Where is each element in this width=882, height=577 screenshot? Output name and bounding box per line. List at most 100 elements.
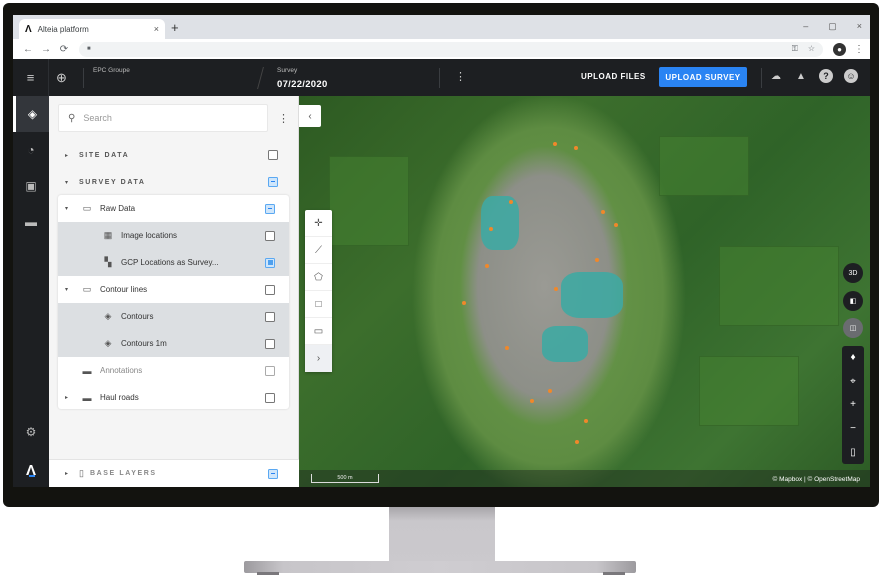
expand-toolbar-icon[interactable]: › bbox=[305, 345, 332, 372]
map-view[interactable]: ‹ ✛ ⟋ ⬠ □ ▭ › 3D ◧ ◫ ♦ ⌖ + − ▯ 500 m © M… bbox=[299, 96, 870, 487]
settings-icon[interactable]: ⚙ bbox=[13, 414, 49, 450]
folder-icon: ▬ bbox=[82, 392, 92, 403]
tree-row-contours-1m[interactable]: ◈ Contours 1m bbox=[58, 330, 289, 357]
rectangle-tool-icon[interactable]: □ bbox=[305, 291, 332, 318]
gcp-marker[interactable] bbox=[548, 389, 552, 393]
tree-row-contours[interactable]: ◈ Contours bbox=[58, 303, 289, 330]
back-button[interactable]: ← bbox=[19, 44, 37, 55]
layer-checkbox[interactable] bbox=[265, 392, 275, 403]
gcp-marker[interactable] bbox=[554, 287, 558, 291]
section-base-layers[interactable]: ▸ ▯ BASE LAYERS bbox=[49, 459, 299, 487]
layer-checkbox[interactable] bbox=[265, 338, 275, 349]
gcp-marker[interactable] bbox=[574, 146, 578, 150]
layer-checkbox[interactable] bbox=[265, 311, 275, 322]
rail-folder-icon[interactable]: ▬ bbox=[13, 204, 49, 240]
tree-row-contour-lines[interactable]: ▾ ▭ Contour lines bbox=[58, 276, 289, 303]
window-controls: – ▢ × bbox=[803, 21, 862, 32]
close-tab-icon[interactable]: × bbox=[154, 24, 159, 34]
reload-button[interactable]: ⟳ bbox=[55, 44, 73, 55]
gcp-marker[interactable] bbox=[485, 264, 489, 268]
close-window-button[interactable]: × bbox=[857, 21, 862, 32]
survey-options-icon[interactable]: ⋮ bbox=[455, 70, 466, 83]
layer-checkbox[interactable] bbox=[265, 203, 275, 214]
layer-compare-button[interactable]: ◧ bbox=[843, 291, 863, 311]
caret-right-icon[interactable]: ▸ bbox=[65, 152, 79, 159]
tree-row-raw-data[interactable]: ▾ ▭ Raw Data bbox=[58, 195, 289, 222]
map-attribution[interactable]: © Mapbox | © OpenStreetMap bbox=[772, 476, 860, 483]
zoom-in-button[interactable]: + bbox=[842, 393, 864, 417]
survey-date[interactable]: 07/22/2020 bbox=[277, 79, 328, 90]
browser-tab[interactable]: Λ Alteia platform × bbox=[19, 19, 165, 39]
caret-right-icon[interactable]: ▸ bbox=[65, 470, 79, 477]
layer-checkbox[interactable] bbox=[265, 365, 275, 376]
gcp-marker[interactable] bbox=[509, 200, 513, 204]
bell-icon[interactable]: ▲ bbox=[794, 69, 808, 83]
tree-row-image-locations[interactable]: ▦ Image locations bbox=[58, 222, 289, 249]
layer-checkbox[interactable] bbox=[265, 284, 275, 295]
image-stack-icon: ▦ bbox=[103, 230, 113, 240]
point-tool-icon[interactable]: ✛ bbox=[305, 210, 332, 237]
upload-survey-button[interactable]: UPLOAD SURVEY bbox=[659, 67, 747, 87]
collapse-panel-button[interactable]: ‹ bbox=[299, 105, 321, 127]
new-tab-button[interactable]: + bbox=[171, 20, 179, 35]
gcp-marker[interactable] bbox=[530, 399, 534, 403]
caret-down-icon[interactable]: ▾ bbox=[65, 179, 79, 186]
tree-row-annotations[interactable]: ▬ Annotations bbox=[58, 357, 289, 384]
gcp-marker[interactable] bbox=[462, 301, 466, 305]
layer-checkbox[interactable] bbox=[265, 230, 275, 241]
panel-options-icon[interactable]: ⋮ bbox=[278, 112, 289, 125]
zoom-out-button[interactable]: − bbox=[842, 417, 864, 441]
gcp-marker[interactable] bbox=[553, 142, 557, 146]
rail-images-icon[interactable]: ▣ bbox=[13, 168, 49, 204]
polygon-tool-icon[interactable]: ⬠ bbox=[305, 264, 332, 291]
minimize-button[interactable]: – bbox=[803, 21, 808, 32]
upload-files-button[interactable]: UPLOAD FILES bbox=[581, 72, 646, 81]
layer-checkbox[interactable] bbox=[265, 257, 275, 268]
gcp-marker[interactable] bbox=[489, 227, 493, 231]
zoom-to-extent-icon[interactable]: ⌖ bbox=[842, 370, 864, 394]
cloud-upload-icon[interactable]: ☁ bbox=[769, 69, 783, 83]
rail-layers-icon[interactable]: ◈ bbox=[13, 96, 49, 132]
tree-row-haul-roads[interactable]: ▸ ▬ Haul roads bbox=[58, 384, 289, 409]
help-icon[interactable]: ? bbox=[819, 69, 833, 83]
forward-button[interactable]: → bbox=[37, 44, 55, 55]
gcp-marker[interactable] bbox=[584, 419, 588, 423]
basemap-icon[interactable]: ▯ bbox=[842, 440, 864, 464]
measure-tool-icon[interactable]: ▭ bbox=[305, 318, 332, 345]
drawing-toolbar: ✛ ⟋ ⬠ □ ▭ › bbox=[305, 210, 332, 372]
section-survey-data[interactable]: ▾ SURVEY DATA bbox=[49, 169, 299, 195]
key-icon[interactable]: ⚿ bbox=[792, 44, 798, 54]
3d-view-button[interactable]: 3D bbox=[843, 263, 863, 283]
caret-down-icon[interactable]: ▾ bbox=[65, 205, 79, 212]
line-tool-icon[interactable]: ⟋ bbox=[305, 237, 332, 264]
gcp-marker[interactable] bbox=[614, 223, 618, 227]
tree-row-gcp-locations[interactable]: ▚ GCP Locations as Survey... bbox=[58, 249, 289, 276]
address-bar[interactable]: ■ ⚿ ☆ bbox=[79, 41, 823, 57]
rail-dashboard-icon[interactable]: ◔ bbox=[13, 132, 49, 168]
alteia-logo[interactable]: Λ bbox=[13, 462, 49, 479]
section-site-data[interactable]: ▸ SITE DATA bbox=[49, 142, 299, 168]
gcp-marker[interactable] bbox=[505, 346, 509, 350]
star-icon[interactable]: ☆ bbox=[808, 44, 815, 54]
compass-icon[interactable]: ♦ bbox=[842, 346, 864, 370]
base-layers-checkbox[interactable] bbox=[268, 468, 278, 479]
split-view-button[interactable]: ◫ bbox=[843, 318, 863, 338]
globe-icon[interactable]: ⊕ bbox=[56, 70, 67, 86]
organization-name[interactable]: EPC Groupe bbox=[93, 67, 130, 74]
folder-outline-icon: ▭ bbox=[82, 284, 92, 294]
menu-icon[interactable]: ≡ bbox=[13, 59, 49, 96]
gcp-marker[interactable] bbox=[595, 258, 599, 262]
profile-icon[interactable]: ● bbox=[833, 42, 846, 56]
gcp-marker[interactable] bbox=[601, 210, 605, 214]
search-input[interactable] bbox=[83, 113, 258, 123]
tree-label: Raw Data bbox=[100, 204, 136, 213]
caret-right-icon[interactable]: ▸ bbox=[65, 394, 79, 401]
maximize-button[interactable]: ▢ bbox=[828, 21, 837, 32]
map-field bbox=[659, 136, 749, 196]
survey-data-checkbox[interactable] bbox=[268, 177, 278, 187]
site-data-checkbox[interactable] bbox=[268, 150, 278, 160]
gcp-marker[interactable] bbox=[575, 440, 579, 444]
caret-down-icon[interactable]: ▾ bbox=[65, 286, 79, 293]
account-icon[interactable]: ☺ bbox=[844, 69, 858, 83]
browser-menu-icon[interactable]: ⋮ bbox=[854, 44, 864, 55]
